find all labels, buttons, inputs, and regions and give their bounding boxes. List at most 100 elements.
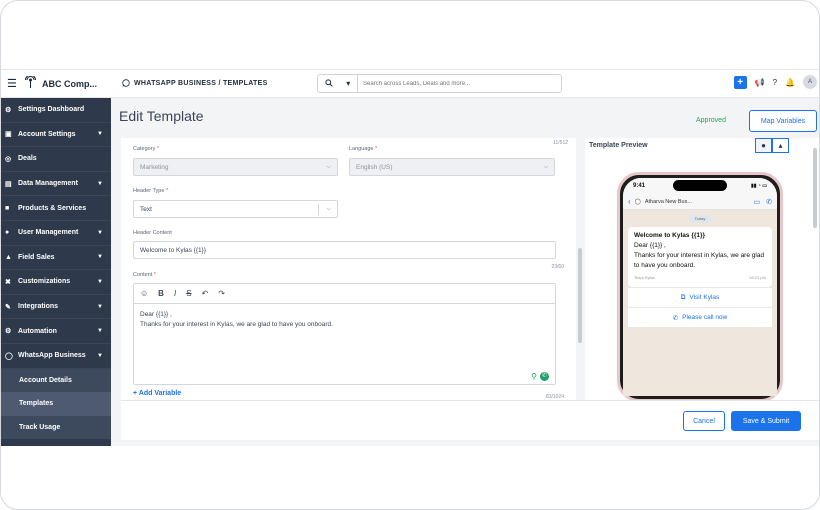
sidebar-item-integrations[interactable]: ✎ Integrations ▼ [1, 295, 111, 320]
chevron-down-icon: ⌵ [326, 205, 331, 212]
sidebar-item-account-settings[interactable]: ▣ Account Settings ▼ [1, 123, 111, 148]
caret-down-icon: ▼ [97, 328, 103, 335]
cta-visit-button: ⧉ Visit Kylas [628, 287, 772, 307]
box-icon: ■ [5, 204, 10, 212]
editor-content[interactable]: Dear {{1}} , Thanks for your interest in… [134, 304, 555, 336]
template-preview-panel: Template Preview ● ▴ 9:41 ▮▮ ◔ ▭ ‹ ◯ Ath… [585, 138, 819, 402]
sidebar-item-automation[interactable]: ⚙ Automation ▼ [1, 319, 111, 344]
emoji-icon[interactable]: ☺ [140, 289, 148, 298]
ios-toggle-button[interactable]: ● [755, 138, 772, 153]
strikethrough-button[interactable]: S [186, 289, 191, 298]
deals-icon: ◎ [5, 155, 12, 163]
global-search: ▾ [317, 74, 562, 93]
android-icon: ▴ [778, 141, 783, 150]
header-char-counter: 23/60 [551, 264, 564, 270]
header-type-select[interactable]: Text ⌵ [133, 200, 338, 218]
map-variables-button[interactable]: Map Variables [749, 110, 817, 132]
sidebar-item-customizations[interactable]: ✖ Customizations ▼ [1, 270, 111, 295]
caret-down-icon: ▼ [97, 229, 103, 236]
bold-button[interactable]: B [158, 289, 164, 298]
phone-screen: 9:41 ▮▮ ◔ ▭ ‹ ◯ Atharva New Bus... ▭ ✆ To… [623, 178, 777, 396]
chevron-down-icon: ⌵ [326, 163, 331, 170]
android-toggle-button[interactable]: ▴ [772, 138, 789, 153]
caret-down-icon: ▼ [97, 131, 103, 138]
window-frame: ☰ ABC Comp... WHATSAPP BUSINESS / TEMPLA… [0, 0, 820, 510]
cancel-button[interactable]: Cancel [683, 411, 725, 431]
phone-icon: ✆ [672, 314, 679, 322]
caret-down-icon: ▼ [97, 303, 103, 310]
integrations-icon: ✎ [5, 303, 11, 311]
whatsapp-icon: ◯ [5, 352, 13, 360]
help-icon[interactable]: ? [773, 78, 777, 87]
search-input[interactable] [358, 80, 558, 87]
sidebar-item-field-sales[interactable]: ▲ Field Sales ▼ [1, 246, 111, 271]
preview-title: Template Preview [589, 142, 648, 149]
add-variable-button[interactable]: + Add Variable [133, 390, 181, 397]
search-icon [325, 78, 333, 89]
content-line: Thanks for your interest in Kylas, we ar… [140, 321, 333, 328]
company-name[interactable]: ABC Comp... [42, 79, 112, 89]
category-label: Category * [133, 146, 159, 152]
preview-scrollbar[interactable] [813, 148, 817, 228]
caret-down-icon: ▼ [97, 254, 103, 261]
chevron-down-icon: ▾ [346, 79, 351, 88]
megaphone-icon[interactable]: 📢 [755, 78, 765, 87]
sidebar-item-whatsapp-business[interactable]: ◯ WhatsApp Business ▼ [1, 344, 111, 369]
caret-down-icon: ▼ [97, 278, 103, 285]
whatsapp-icon [122, 78, 130, 89]
main-content: Edit Template Approved Map Variables 11/… [111, 98, 819, 446]
form-scrollbar[interactable] [578, 248, 582, 343]
sidebar-item-deals[interactable]: ◎ Deals [1, 147, 111, 172]
bubble-line: Dear {{1}} , [634, 242, 666, 249]
database-icon: ▤ [5, 180, 12, 188]
users-icon: ● [5, 229, 10, 237]
language-select[interactable]: English (US) ⌵ [349, 158, 555, 176]
location-pin-icon: ⚲ [531, 372, 537, 381]
bubble-header: Welcome to Kylas {{1}} [634, 232, 706, 239]
whatsapp-icon: ✆ [540, 372, 549, 381]
bell-icon[interactable]: 🔔 [785, 78, 795, 87]
sidebar-subitem-account-details[interactable]: Account Details [1, 368, 111, 393]
header-type-label: Header Type * [133, 188, 169, 194]
sidebar-item-products-services[interactable]: ■ Products & Services [1, 196, 111, 221]
category-select[interactable]: Marketing ⌵ [133, 158, 338, 176]
header-content-input[interactable]: Welcome to Kylas {{1}} [133, 241, 556, 259]
phone-icon: ✆ [766, 198, 772, 206]
hamburger-menu-icon[interactable]: ☰ [7, 77, 19, 90]
add-button[interactable]: + [733, 75, 747, 89]
bubble-footer: Team Kylas [634, 275, 655, 280]
search-scope-dropdown[interactable]: ▾ [318, 75, 358, 92]
save-submit-button[interactable]: Save & Submit [731, 411, 801, 431]
gear-icon: ⚙ [5, 106, 12, 114]
content-editor[interactable]: ☺ B I S ↶ ↷ Dear {{1}} , Thanks for your… [133, 283, 556, 385]
sidebar-item-user-management[interactable]: ● User Management ▼ [1, 221, 111, 246]
top-bar-actions: + 📢 ? 🔔 A [733, 75, 817, 89]
chat-header: ‹ ◯ Atharva New Bus... ▭ ✆ [623, 194, 777, 210]
bubble-line: Thanks for your interest in Kylas, we ar… [634, 252, 765, 269]
video-icon: ▭ [753, 198, 761, 206]
sidebar-subitem-track-usage[interactable]: Track Usage [1, 415, 111, 440]
sidebar-subitem-templates[interactable]: Templates [1, 392, 111, 416]
caret-down-icon: ▼ [97, 180, 103, 187]
account-icon: ▣ [5, 131, 12, 139]
sidebar-item-settings-dashboard[interactable]: ⚙ Settings Dashboard [1, 98, 111, 123]
editor-status-icons: ⚲ ✆ [531, 372, 549, 381]
cta-call-button: ✆ Please call now [628, 307, 772, 327]
language-label: Language * [349, 146, 378, 152]
avatar[interactable]: A [803, 75, 817, 89]
bubble-time: 04:23 pm [749, 275, 766, 280]
tools-icon: ✖ [5, 278, 11, 286]
status-badge: Approved [696, 117, 726, 124]
form-footer: Cancel Save & Submit [121, 400, 819, 440]
contact-name: Atharva New Bus... [644, 198, 692, 205]
undo-button[interactable]: ↶ [202, 289, 209, 298]
phone-notch [673, 180, 727, 191]
apple-icon: ● [761, 141, 766, 150]
italic-button[interactable]: I [174, 289, 176, 298]
sidebar-item-data-management[interactable]: ▤ Data Management ▼ [1, 172, 111, 197]
redo-button[interactable]: ↷ [218, 289, 225, 298]
editor-toolbar: ☺ B I S ↶ ↷ [134, 284, 555, 304]
external-link-icon: ⧉ [680, 293, 686, 301]
app-container: ☰ ABC Comp... WHATSAPP BUSINESS / TEMPLA… [1, 69, 819, 446]
caret-down-icon: ▼ [97, 352, 103, 359]
